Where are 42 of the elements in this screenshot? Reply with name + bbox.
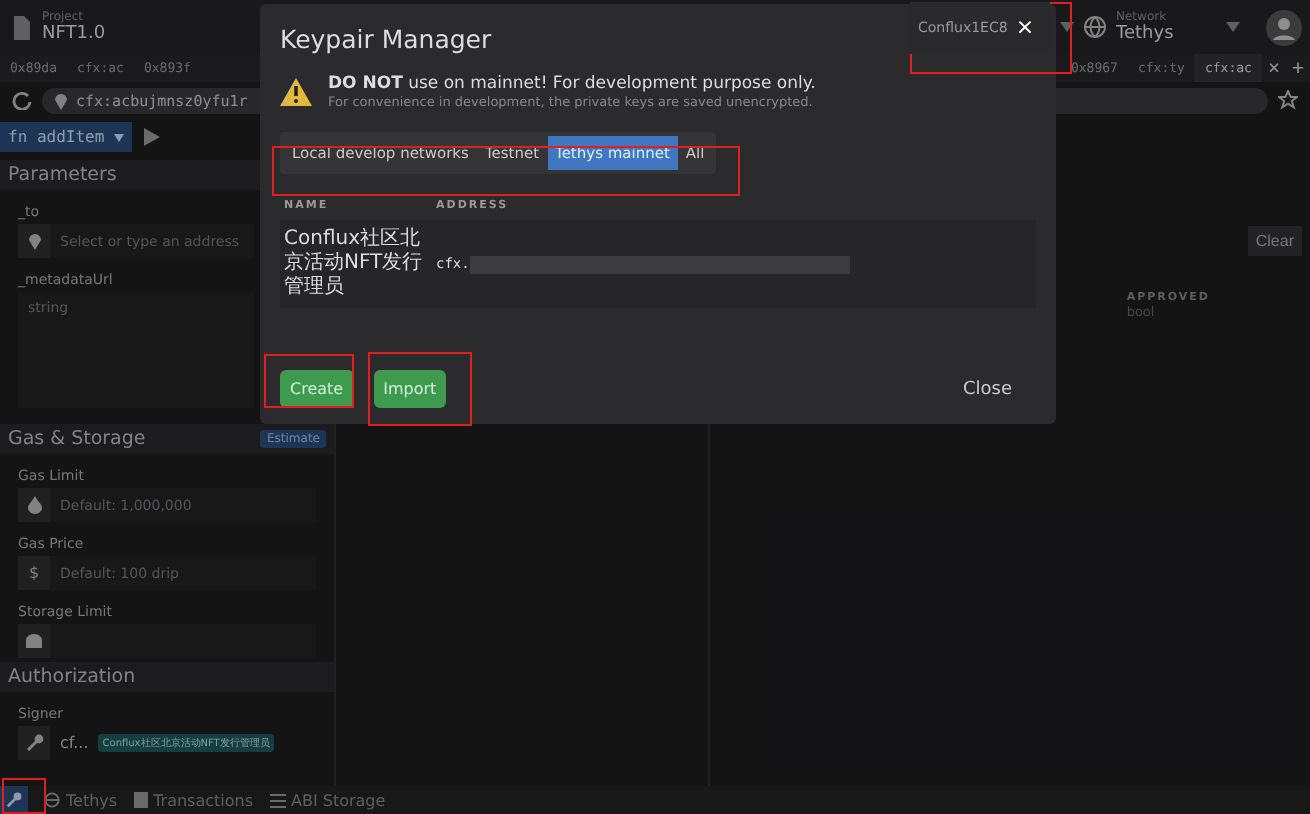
star-icon[interactable] xyxy=(1278,90,1298,110)
avatar-icon[interactable] xyxy=(1266,9,1302,45)
close-button[interactable]: Close xyxy=(950,377,1024,401)
section-header: Authorization xyxy=(0,662,334,692)
key-icon xyxy=(25,734,43,752)
warning-icon xyxy=(280,78,312,106)
import-button[interactable]: Import xyxy=(373,370,447,408)
storage-icon xyxy=(24,634,44,648)
function-button[interactable]: fn addItem xyxy=(0,122,132,152)
highlight-frame xyxy=(264,354,354,408)
close-icon[interactable]: × xyxy=(1261,57,1286,79)
warning-text: DO NOT use on mainnet! For development purpose only. xyxy=(328,74,816,94)
create-button[interactable]: Create xyxy=(280,370,354,408)
keypair-name: Conflux社区北京活动NFT发行管理员 xyxy=(284,228,424,300)
clear-button[interactable]: Clear xyxy=(1247,226,1302,256)
caret-icon xyxy=(1226,22,1240,32)
status-item[interactable]: Tethys xyxy=(66,791,118,809)
caret-icon xyxy=(1060,22,1074,32)
signer-value[interactable]: cf... xyxy=(60,734,89,752)
pin-icon xyxy=(54,91,68,109)
list-icon xyxy=(269,793,285,807)
pin-icon xyxy=(27,232,41,250)
document-icon xyxy=(133,792,148,808)
dollar-icon: $ xyxy=(28,564,40,582)
status-item[interactable]: ABI Storage xyxy=(291,791,386,809)
network-value[interactable]: Tethys xyxy=(1116,24,1216,44)
clear-icon[interactable]: × xyxy=(1015,14,1035,40)
highlight-frame xyxy=(2,778,46,814)
project-name[interactable]: NFT1.0 xyxy=(42,24,106,44)
play-icon[interactable] xyxy=(143,128,160,146)
file-icon xyxy=(12,15,32,39)
add-tab-button[interactable]: + xyxy=(1285,57,1310,79)
caret-icon xyxy=(113,134,124,142)
key-icon xyxy=(6,792,22,808)
section-header: Gas & Storage xyxy=(8,428,146,450)
refresh-icon[interactable] xyxy=(12,90,32,110)
input-field[interactable] xyxy=(18,624,316,658)
globe-icon xyxy=(44,792,60,808)
globe-icon xyxy=(1084,16,1106,38)
highlight-frame xyxy=(368,352,472,426)
dialog-title: Keypair Manager xyxy=(280,22,492,54)
status-item[interactable]: Transactions xyxy=(153,791,253,809)
